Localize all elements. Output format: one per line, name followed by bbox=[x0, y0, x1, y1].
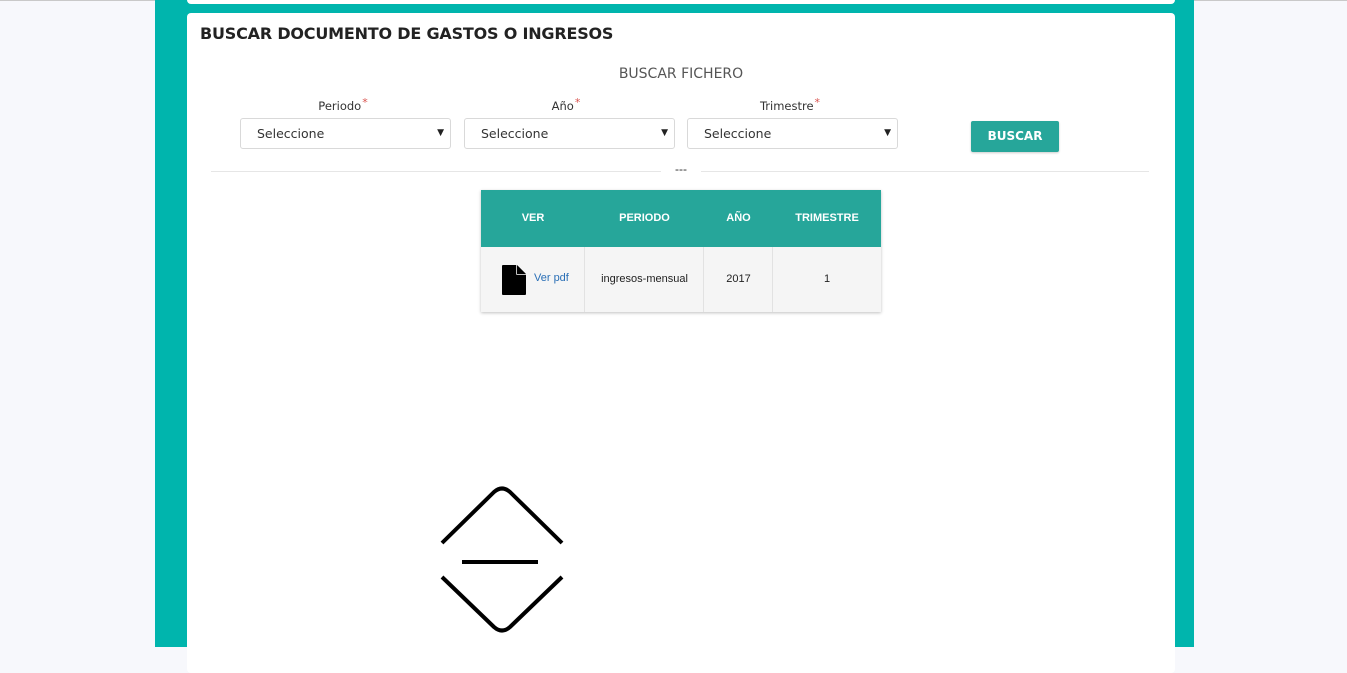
cell-anio: 2017 bbox=[726, 273, 751, 285]
page-title: BUSCAR DOCUMENTO DE GASTOS O INGRESOS bbox=[200, 24, 614, 43]
trimestre-select-value: Seleccione bbox=[704, 126, 772, 141]
chevron-down-icon: ▼ bbox=[437, 128, 444, 138]
cell-trimestre: 1 bbox=[823, 273, 831, 285]
trimestre-label-text: Trimestre bbox=[759, 99, 814, 113]
results-table: VER PERIODO AÑO TRIMESTRE Ver pdf ingres… bbox=[481, 190, 881, 312]
anio-label: Año* bbox=[551, 96, 581, 113]
trimestre-select[interactable]: Seleccione ▼ bbox=[687, 118, 898, 149]
previous-card-edge bbox=[187, 0, 1175, 4]
column-header-trimestre: TRIMESTRE bbox=[795, 212, 859, 224]
divider-text: --- bbox=[661, 162, 701, 176]
cell-periodo: ingresos-mensual bbox=[601, 273, 688, 285]
required-marker: * bbox=[814, 96, 821, 109]
anio-select[interactable]: Seleccione ▼ bbox=[464, 118, 675, 149]
periodo-select[interactable]: Seleccione ▼ bbox=[240, 118, 451, 149]
pdf-file-icon[interactable] bbox=[502, 265, 526, 295]
chevron-down-icon: ▼ bbox=[884, 128, 891, 138]
search-button[interactable]: BUSCAR bbox=[971, 121, 1059, 152]
trimestre-label: Trimestre* bbox=[759, 96, 821, 113]
view-pdf-link[interactable]: Ver pdf bbox=[534, 272, 569, 284]
anio-select-value: Seleccione bbox=[481, 126, 549, 141]
anio-label-text: Año bbox=[551, 99, 574, 113]
required-marker: * bbox=[362, 96, 368, 109]
periodo-select-value: Seleccione bbox=[257, 126, 325, 141]
scroll-up-down-icon[interactable] bbox=[438, 485, 570, 635]
column-header-anio: AÑO bbox=[726, 212, 751, 224]
chevron-down-icon: ▼ bbox=[661, 128, 668, 138]
periodo-label-text: Periodo bbox=[318, 99, 362, 113]
periodo-label: Periodo* bbox=[318, 96, 368, 113]
column-header-ver: VER bbox=[521, 212, 545, 224]
search-document-card: BUSCAR DOCUMENTO DE GASTOS O INGRESOS BU… bbox=[187, 13, 1175, 673]
section-title: BUSCAR FICHERO bbox=[618, 66, 744, 82]
column-header-periodo: PERIODO bbox=[619, 212, 670, 224]
required-marker: * bbox=[574, 96, 581, 109]
